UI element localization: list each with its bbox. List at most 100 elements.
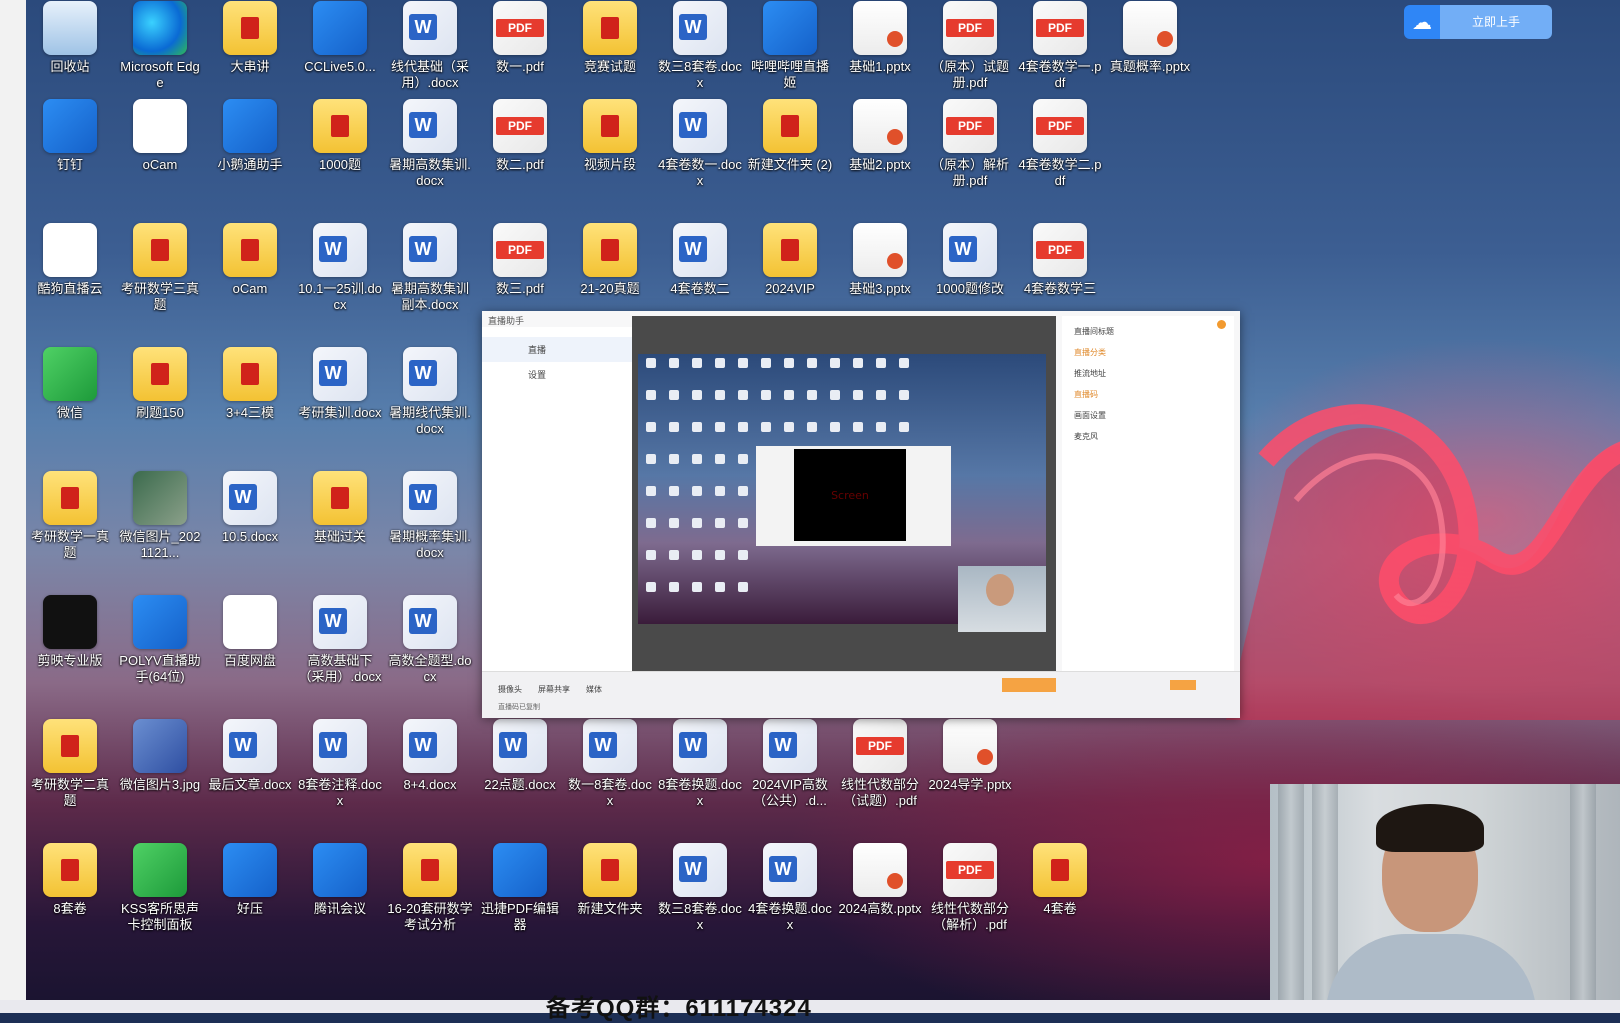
desktop-icon[interactable]: 高数基础下（采用）.docx — [296, 592, 384, 710]
desktop-icon[interactable]: 最后文章.docx — [206, 716, 294, 834]
desktop-icon[interactable]: 高数全题型.docx — [386, 592, 474, 710]
desktop-icon[interactable]: 8套卷注释.docx — [296, 716, 384, 834]
cloud-start-button[interactable]: 立即上手 — [1440, 5, 1552, 39]
desktop-icon[interactable]: 酷狗直播云 — [26, 220, 114, 338]
app-icon — [223, 595, 277, 649]
desktop-icon-label: 基础1.pptx — [849, 59, 911, 74]
desktop-icon[interactable]: 刷题150 — [116, 344, 204, 462]
live-stream-window[interactable]: 直播助手 直播 设置 Screen 直播间标题 直播分类 推流地址 直播码 画面… — [482, 311, 1240, 718]
word-doc-icon — [403, 595, 457, 649]
desktop-icon[interactable]: 2024VIP高数（公共）.d... — [746, 716, 834, 834]
sidebar-item-live[interactable]: 直播 — [482, 337, 632, 362]
word-doc-icon — [673, 1, 727, 55]
setting-row[interactable]: 直播码 — [1074, 389, 1222, 400]
pdf-file-icon — [493, 99, 547, 153]
desktop-icon[interactable]: 8套卷 — [26, 840, 114, 958]
tab-camera[interactable]: 摄像头 — [498, 684, 522, 695]
desktop-icon[interactable]: 考研数学二真题 — [26, 716, 114, 834]
desktop-icon[interactable]: 2024导学.pptx — [926, 716, 1014, 834]
tab-media[interactable]: 媒体 — [586, 684, 602, 695]
preview-mini-icon — [715, 454, 725, 464]
preview-mini-icon — [715, 390, 725, 400]
desktop-icon[interactable]: （原本）解析册.pdf — [926, 96, 1014, 214]
desktop-icon[interactable]: KSS客所思声卡控制面板 — [116, 840, 204, 958]
desktop-icon[interactable]: 腾讯会议 — [296, 840, 384, 958]
window-sidebar: 直播 设置 — [482, 327, 633, 682]
desktop-icon[interactable]: 暑期概率集训.docx — [386, 468, 474, 586]
cloud-icon[interactable]: ☁ — [1404, 5, 1440, 39]
preview-mini-icon — [646, 582, 656, 592]
desktop-icon[interactable]: 考研数学三真题 — [116, 220, 204, 338]
tab-screen-share[interactable]: 屏幕共享 — [538, 684, 570, 695]
desktop-icon[interactable]: 8+4.docx — [386, 716, 474, 834]
desktop-icon[interactable]: 数一8套卷.docx — [566, 716, 654, 834]
desktop-icon[interactable]: 1000题 — [296, 96, 384, 214]
desktop-icon[interactable]: 暑期高数集训副本.docx — [386, 220, 474, 338]
desktop-icon[interactable]: 4套卷换题.docx — [746, 840, 834, 958]
setting-row[interactable]: 直播间标题 — [1074, 326, 1222, 337]
desktop-icon[interactable]: 迅捷PDF编辑器 — [476, 840, 564, 958]
desktop-icon-label: 4套卷数学一.pdf — [1018, 59, 1102, 90]
desktop-icon-label: 线代基础（采用）.docx — [390, 59, 469, 90]
desktop-icon[interactable]: 2024高数.pptx — [836, 840, 924, 958]
desktop-icon[interactable]: 好压 — [206, 840, 294, 958]
preview-mini-icon — [715, 486, 725, 496]
edge-browser-icon — [133, 1, 187, 55]
desktop-icon[interactable]: 剪映专业版 — [26, 592, 114, 710]
desktop-icon[interactable]: 10.5.docx — [206, 468, 294, 586]
desktop-icon[interactable]: 暑期高数集训.docx — [386, 96, 474, 214]
confirm-button[interactable] — [1170, 680, 1196, 690]
desktop-icon[interactable]: 考研数学一真题 — [26, 468, 114, 586]
desktop-icon-label: 考研数学三真题 — [120, 281, 199, 312]
desktop-icon[interactable]: 基础2.pptx — [836, 96, 924, 214]
word-doc-icon — [403, 347, 457, 401]
desktop-icon[interactable]: 数二.pdf — [476, 96, 564, 214]
desktop-icon[interactable]: 16-20套研数学考试分析 — [386, 840, 474, 958]
desktop-icon-label: 数三.pdf — [496, 281, 544, 296]
desktop-icon[interactable]: oCam — [206, 220, 294, 338]
desktop-icon[interactable]: 百度网盘 — [206, 592, 294, 710]
desktop-icon[interactable]: 数三8套卷.docx — [656, 840, 744, 958]
desktop-icon[interactable]: 4套卷数学二.pdf — [1016, 96, 1104, 214]
desktop-icon[interactable]: 线性代数部分（解析）.pdf — [926, 840, 1014, 958]
folder-icon — [223, 223, 277, 277]
desktop-icon[interactable]: 4套卷 — [1016, 840, 1104, 958]
desktop-icon[interactable]: 暑期线代集训.docx — [386, 344, 474, 462]
setting-row[interactable]: 麦克风 — [1074, 431, 1222, 442]
sidebar-item-settings[interactable]: 设置 — [482, 362, 632, 387]
setting-row[interactable]: 直播分类 — [1074, 347, 1222, 358]
desktop-icon[interactable]: 考研集训.docx — [296, 344, 384, 462]
desktop-icon[interactable]: 微信图片_2021121... — [116, 468, 204, 586]
word-doc-icon — [673, 843, 727, 897]
desktop-icon[interactable]: 视频片段 — [566, 96, 654, 214]
desktop-icon[interactable]: oCam — [116, 96, 204, 214]
desktop-icon[interactable]: 小鹅通助手 — [206, 96, 294, 214]
desktop-icon-label: 数三8套卷.docx — [658, 59, 742, 90]
desktop-icon[interactable]: 22点题.docx — [476, 716, 564, 834]
setting-row[interactable]: 推流地址 — [1074, 368, 1222, 379]
desktop-icon[interactable]: 真题概率.pptx — [1106, 0, 1194, 116]
desktop-icon[interactable]: 新建文件夹 (2) — [746, 96, 834, 214]
desktop-icon[interactable]: 10.1一25训.docx — [296, 220, 384, 338]
desktop-icon-label: 新建文件夹 (2) — [747, 157, 833, 172]
desktop-icon[interactable]: 微信 — [26, 344, 114, 462]
folder-icon — [133, 223, 187, 277]
desktop-icon[interactable]: 线性代数部分（试题）.pdf — [836, 716, 924, 834]
preview-mini-icon — [738, 518, 748, 528]
desktop-icon[interactable]: 新建文件夹 — [566, 840, 654, 958]
desktop-icon[interactable]: 基础过关 — [296, 468, 384, 586]
preview-mini-icon — [738, 390, 748, 400]
desktop-icon[interactable]: 微信图片3.jpg — [116, 716, 204, 834]
preview-mini-icon — [761, 422, 771, 432]
left-edge-bar — [0, 0, 26, 1013]
desktop-icon[interactable]: POLYV直播助手(64位) — [116, 592, 204, 710]
folder-icon — [763, 223, 817, 277]
desktop-icon[interactable]: 3+4三模 — [206, 344, 294, 462]
start-live-button[interactable] — [1002, 678, 1056, 692]
setting-row[interactable]: 画面设置 — [1074, 410, 1222, 421]
desktop-icon[interactable]: 4套卷数一.docx — [656, 96, 744, 214]
preview-mini-icon — [669, 454, 679, 464]
desktop-icon[interactable]: 钉钉 — [26, 96, 114, 214]
desktop-icon[interactable]: 8套卷换题.docx — [656, 716, 744, 834]
preview-desktop: Screen — [638, 354, 1046, 632]
